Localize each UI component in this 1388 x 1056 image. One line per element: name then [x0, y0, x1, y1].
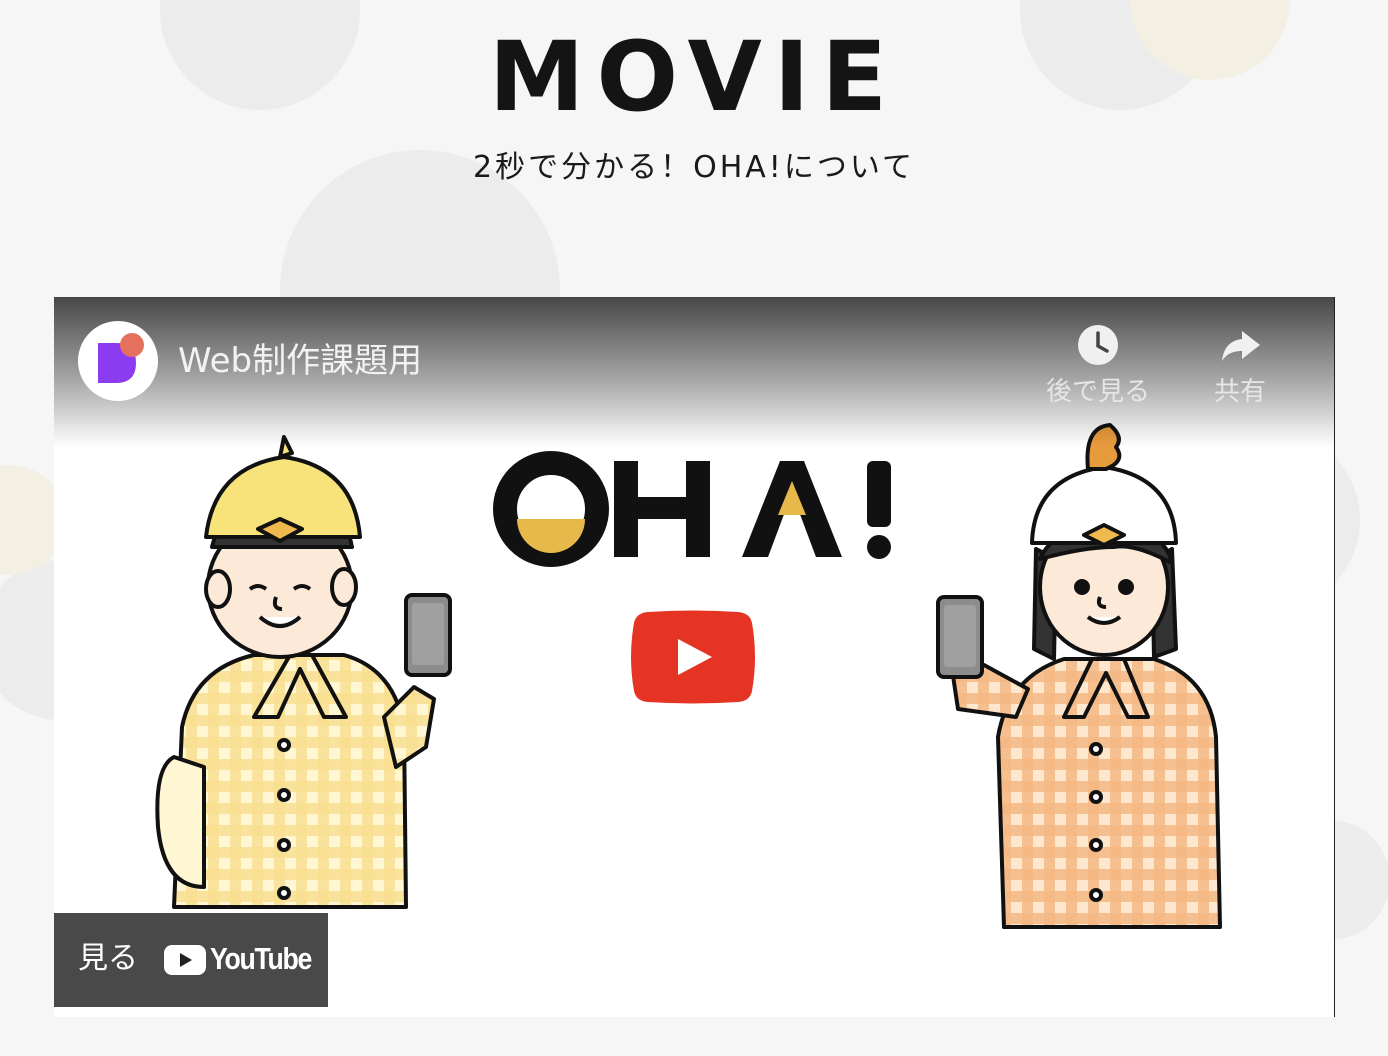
watch-on-label: 見る	[78, 941, 138, 976]
youtube-logo-icon	[164, 945, 206, 975]
youtube-play-icon[interactable]	[626, 609, 760, 705]
clock-icon	[1078, 325, 1118, 365]
oha-logo	[493, 451, 891, 567]
watch-later-label: 後で見る	[1045, 377, 1150, 407]
channel-avatar[interactable]	[78, 321, 158, 401]
share-arrow-icon	[1222, 331, 1260, 361]
video-title[interactable]: Web制作課題用	[178, 337, 422, 385]
section-title: MOVIE	[488, 21, 900, 133]
youtube-wordmark: YouTube	[210, 941, 312, 976]
share-button[interactable]: 共有	[1170, 323, 1310, 409]
left-character-illustration	[155, 435, 452, 909]
section-subtitle: 2秒で分かる！OHA!について	[473, 150, 915, 185]
youtube-player[interactable]: Web制作課題用 後で見る 共有 見る YouTube	[54, 297, 1335, 1017]
watch-later-button[interactable]: 後で見る	[1028, 323, 1168, 409]
share-label: 共有	[1213, 377, 1266, 407]
watch-on-youtube-button[interactable]: 見る YouTube	[54, 913, 328, 1007]
right-character-illustration	[936, 423, 1222, 929]
channel-logo-icon	[98, 333, 144, 383]
